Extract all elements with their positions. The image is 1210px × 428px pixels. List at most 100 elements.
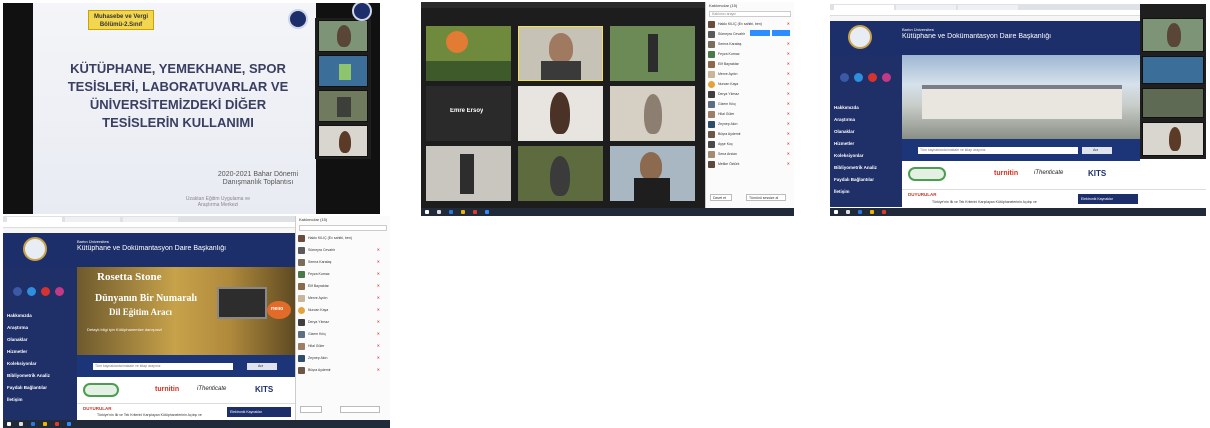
participant-row[interactable]: Büşra Aydemir ✕ <box>298 366 382 375</box>
youtube-icon[interactable] <box>41 287 50 296</box>
mic-muted-icon[interactable]: ✕ <box>377 331 380 336</box>
nav-item-about[interactable]: Hakkımızda <box>7 313 32 318</box>
mic-muted-icon[interactable]: ✕ <box>787 61 790 66</box>
mic-muted-icon[interactable]: ✕ <box>377 307 380 312</box>
video-tile[interactable] <box>610 86 695 141</box>
start-icon[interactable] <box>834 210 838 214</box>
participant-row[interactable]: Elif Bayraktar ✕ <box>708 60 792 69</box>
participant-row[interactable]: Sena Arslan ✕ <box>708 150 792 159</box>
nav-item-research[interactable]: Araştırma <box>7 325 28 330</box>
edge-icon[interactable] <box>31 422 35 426</box>
video-tile[interactable] <box>518 146 603 201</box>
eresources-tab[interactable]: Elektronik Kaynaklar <box>227 407 291 417</box>
mic-muted-icon[interactable]: ✕ <box>787 41 790 46</box>
video-tile[interactable]: Emre Ersoy <box>426 86 511 141</box>
mic-muted-icon[interactable]: ✕ <box>377 283 380 288</box>
site-search-input[interactable]: Tüm kaynaklarda/makale ve kitap arayınız <box>93 363 233 370</box>
kits-logo[interactable]: KITS <box>255 385 273 394</box>
nav-item-services[interactable]: Hizmetler <box>834 141 854 146</box>
mic-muted-icon[interactable]: ✕ <box>787 131 790 136</box>
edge-icon[interactable] <box>858 210 862 214</box>
video-tile-active-speaker[interactable] <box>518 26 603 81</box>
mic-muted-icon[interactable]: ✕ <box>787 21 790 26</box>
video-thumbnail-strip[interactable] <box>315 18 371 159</box>
zoom-icon[interactable] <box>485 210 489 214</box>
catalog-logo[interactable] <box>908 167 946 181</box>
mic-muted-icon[interactable]: ✕ <box>377 247 380 252</box>
nav-item-about[interactable]: Hakkımızda <box>834 105 859 110</box>
nav-item-facilities[interactable]: Olanaklar <box>834 129 855 134</box>
video-tile[interactable] <box>318 55 368 87</box>
eresources-tab[interactable]: Elektronik Kaynaklar <box>1078 194 1138 204</box>
invite-footer-button[interactable]: Davet et <box>710 194 732 201</box>
turnitin-logo[interactable]: turnitin <box>994 170 1018 177</box>
search-button[interactable]: Ara <box>1082 147 1112 154</box>
participant-row[interactable]: Feyza Kurnaz ✕ <box>298 270 382 279</box>
mic-muted-icon[interactable]: ✕ <box>787 71 790 76</box>
mute-all-footer-button[interactable]: Tümünü sessize al <box>746 194 786 201</box>
video-tile[interactable] <box>518 86 603 141</box>
participant-row[interactable]: Hakkı KILIÇ (Ev sahibi, ben) ✕ <box>708 20 792 29</box>
nav-item-contact[interactable]: İletişim <box>7 397 23 402</box>
nav-item-collections[interactable]: Koleksiyonlar <box>834 153 864 158</box>
participant-row[interactable]: Melike Öztürk ✕ <box>708 160 792 169</box>
nav-item-research[interactable]: Araştırma <box>834 117 855 122</box>
twitter-icon[interactable] <box>854 73 863 82</box>
rosetta-stone-banner[interactable]: Rosetta Stone Dünyanın Bir Numaralı Dil … <box>77 267 295 355</box>
participants-panel[interactable]: Katılımcılar (15) Katılımcı arayın Hakkı… <box>705 2 794 208</box>
search-icon[interactable] <box>437 210 441 214</box>
participant-search-input[interactable] <box>299 225 387 231</box>
participant-row[interactable]: Büşra Aydemir ✕ <box>708 130 792 139</box>
facebook-icon[interactable] <box>13 287 22 296</box>
explorer-icon[interactable] <box>461 210 465 214</box>
video-tile[interactable] <box>318 20 368 52</box>
zoom-icon[interactable] <box>67 422 71 426</box>
turnitin-logo[interactable]: turnitin <box>155 386 179 393</box>
participant-row[interactable]: Merve Aydın ✕ <box>708 70 792 79</box>
participant-row[interactable]: Derya Yılmaz ✕ <box>708 90 792 99</box>
participant-row[interactable]: Semra Karataş ✕ <box>708 40 792 49</box>
nav-item-links[interactable]: Faydalı Bağlantılar <box>7 385 47 390</box>
video-tile[interactable] <box>1142 56 1204 84</box>
mic-muted-icon[interactable]: ✕ <box>787 101 790 106</box>
mic-muted-icon[interactable]: ✕ <box>787 111 790 116</box>
nav-item-collections[interactable]: Koleksiyonlar <box>7 361 37 366</box>
site-search-input[interactable]: Tüm kaynaklarda/makale ve kitap arayınız <box>918 147 1078 154</box>
instagram-icon[interactable] <box>55 287 64 296</box>
search-button[interactable]: Ara <box>247 363 277 370</box>
video-tile[interactable] <box>426 146 511 201</box>
explorer-icon[interactable] <box>43 422 47 426</box>
invite-footer-button[interactable] <box>300 406 322 413</box>
youtube-icon[interactable] <box>868 73 877 82</box>
mute-all-button[interactable] <box>772 30 790 36</box>
nav-item-facilities[interactable]: Olanaklar <box>7 337 28 342</box>
mic-muted-icon[interactable]: ✕ <box>787 141 790 146</box>
participant-row[interactable]: Gizem Kılıç ✕ <box>708 100 792 109</box>
university-logo[interactable] <box>848 25 872 49</box>
video-tile[interactable] <box>318 125 368 157</box>
video-tile[interactable] <box>426 26 511 81</box>
invite-button[interactable] <box>750 30 770 36</box>
participant-row[interactable]: Merve Aydın ✕ <box>298 294 382 303</box>
instagram-icon[interactable] <box>882 73 891 82</box>
participant-row[interactable]: Elif Bayraktar ✕ <box>298 282 382 291</box>
mic-muted-icon[interactable]: ✕ <box>787 81 790 86</box>
mic-muted-icon[interactable]: ✕ <box>787 51 790 56</box>
participant-row[interactable]: Hilal Güler ✕ <box>298 342 382 351</box>
participant-row[interactable]: Ayşe Koç ✕ <box>708 140 792 149</box>
news-item[interactable]: Türkiye'nin İlk ve Tek Kriterini Karşıla… <box>97 413 217 418</box>
video-thumbnail-strip[interactable] <box>1140 4 1206 159</box>
video-tile[interactable] <box>610 26 695 81</box>
nav-item-contact[interactable]: İletişim <box>834 189 850 194</box>
search-icon[interactable] <box>846 210 850 214</box>
participant-row[interactable]: Zeynep Akın ✕ <box>298 354 382 363</box>
facebook-icon[interactable] <box>840 73 849 82</box>
chrome-icon[interactable] <box>55 422 59 426</box>
participant-row[interactable]: Semra Karataş ✕ <box>298 258 382 267</box>
start-icon[interactable] <box>425 210 429 214</box>
participant-row[interactable]: Derya Yılmaz ✕ <box>298 318 382 327</box>
participants-panel[interactable]: Katılımcılar (15) Hakkı KILIÇ (Ev sahibi… <box>295 216 390 420</box>
mic-muted-icon[interactable]: ✕ <box>377 355 380 360</box>
participant-row[interactable]: Zeynep Akın ✕ <box>708 120 792 129</box>
video-tile[interactable] <box>610 146 695 201</box>
